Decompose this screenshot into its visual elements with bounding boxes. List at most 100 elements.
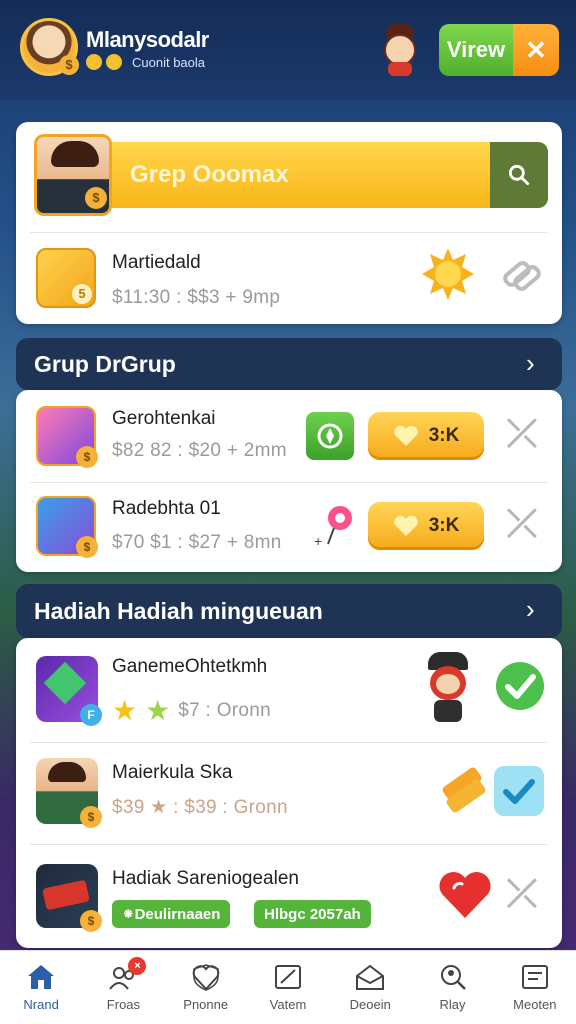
nav-label: Meoten bbox=[513, 997, 557, 1012]
action-button[interactable]: 3:K bbox=[368, 502, 484, 550]
coin-icon: $ bbox=[80, 910, 102, 932]
coin-icon: $ bbox=[76, 446, 98, 468]
row-title: Gerohtenkai bbox=[112, 408, 216, 429]
check-box-icon[interactable] bbox=[494, 766, 544, 816]
app-header: Mlanysodalr Cuonit baola Virew ✕ bbox=[0, 0, 576, 100]
svg-text:+: + bbox=[314, 533, 322, 549]
nav-label: Vatem bbox=[269, 997, 307, 1012]
item-meta: $11:30 : $$3 + 9mp bbox=[112, 287, 281, 308]
coin-icon: $ bbox=[85, 187, 107, 209]
divider bbox=[30, 482, 548, 483]
nav-item-edit[interactable]: Vatem bbox=[247, 951, 329, 1024]
inbox-icon bbox=[356, 964, 385, 990]
view-button-group: Virew ✕ bbox=[439, 24, 559, 76]
row-title: GanemeOhtetkmh bbox=[112, 656, 268, 677]
divider bbox=[30, 844, 548, 845]
rewards-section-header[interactable]: Hadiah Hadiah mingueuan › bbox=[16, 584, 562, 638]
section-title: Hadiah Hadiah mingueuan bbox=[34, 598, 323, 624]
close-icon[interactable]: ✕ bbox=[513, 24, 559, 76]
letter-badge: F bbox=[80, 704, 102, 726]
search-card: $ Grep Ooomax 5 Martiedald $11:30 : $$3 … bbox=[16, 122, 562, 324]
smiley-icon bbox=[86, 54, 102, 70]
row-title: Radebhta 01 bbox=[112, 498, 221, 519]
heart-icon[interactable] bbox=[436, 866, 494, 924]
trophy-item-icon[interactable]: 5 bbox=[36, 248, 96, 308]
search-input[interactable]: Grep Ooomax bbox=[130, 161, 289, 189]
check-icon[interactable] bbox=[494, 660, 546, 712]
search-button[interactable] bbox=[490, 142, 548, 208]
pin-icon[interactable]: ⤫ bbox=[500, 872, 544, 916]
coin-icon: $ bbox=[76, 536, 98, 558]
heart-icon bbox=[393, 515, 418, 536]
featured-avatar[interactable]: $ bbox=[34, 134, 112, 216]
game-thumbnail[interactable]: F bbox=[36, 656, 102, 726]
nav-label: Nrand bbox=[23, 997, 59, 1012]
section-title: Grup DrGrup bbox=[34, 351, 176, 377]
action-label: 3:K bbox=[428, 425, 460, 446]
rewards-list: F GanemeOhtetkmh ★ ★ $7 : Oronn $ Maierk… bbox=[16, 638, 562, 948]
nav-item-play[interactable]: Rlay bbox=[411, 951, 493, 1024]
row-meta: $70 $1 : $27 + 8mn bbox=[112, 532, 282, 553]
nav-item-heart[interactable]: Pnonne bbox=[165, 951, 247, 1024]
search-icon bbox=[508, 164, 530, 186]
nav-item-inbox[interactable]: Deoein bbox=[329, 951, 411, 1024]
mascot-icon[interactable] bbox=[380, 24, 420, 76]
heart-shield-icon bbox=[192, 964, 219, 991]
divider bbox=[30, 742, 548, 743]
search-people-icon bbox=[440, 965, 466, 990]
row-meta: $39 ★ : $39 : Gronn bbox=[112, 797, 288, 818]
pin-icon[interactable]: ⤫ bbox=[500, 502, 544, 546]
game-thumbnail[interactable]: $ bbox=[36, 406, 98, 468]
row-meta: $82 82 : $20 + 2mm bbox=[112, 440, 287, 461]
star-icon: ★ bbox=[112, 695, 138, 726]
divider bbox=[30, 232, 548, 233]
group-list: $ Gerohtenkai $82 82 : $20 + 2mm 3:K ⤫ $… bbox=[16, 390, 562, 572]
nav-label: Deoein bbox=[349, 997, 391, 1012]
sun-icon bbox=[422, 248, 474, 300]
item-title: Martiedald bbox=[112, 252, 201, 273]
nav-item-profile[interactable]: Meoten bbox=[494, 951, 576, 1024]
reward-tag[interactable]: ⁕Deulirnaaen bbox=[112, 900, 231, 928]
badge-number: 5 bbox=[72, 284, 92, 304]
nav-label: Froas bbox=[106, 997, 141, 1012]
profile-card-icon bbox=[521, 965, 548, 989]
reward-tag[interactable]: Hlbgc 2057ah bbox=[254, 900, 371, 928]
bottom-nav: Nrand × Froas Pnonne Vatem Deoein Rlay M… bbox=[0, 950, 576, 1024]
row-title: Hadiak Sareniogealen bbox=[112, 868, 299, 889]
game-thumbnail[interactable]: $ bbox=[36, 864, 102, 932]
flower-icon: + bbox=[314, 506, 352, 549]
action-label: 3:K bbox=[428, 515, 460, 536]
header-subtitle: Cuonit baola bbox=[132, 54, 205, 70]
user-avatar[interactable] bbox=[20, 18, 79, 76]
chevron-right-icon[interactable]: › bbox=[526, 594, 535, 625]
chevron-right-icon[interactable]: › bbox=[526, 348, 535, 379]
row-meta: $7 : Oronn bbox=[178, 699, 271, 721]
nav-label: Pnonne bbox=[183, 997, 229, 1012]
app-title: Mlanysodalr bbox=[86, 27, 209, 52]
coin-icon: $ bbox=[80, 806, 102, 828]
star-icon: ★ bbox=[145, 695, 171, 726]
nav-label: Rlay bbox=[439, 997, 466, 1012]
nav-item-friends[interactable]: × Froas bbox=[82, 951, 164, 1024]
mascot-icon bbox=[420, 652, 476, 724]
game-thumbnail[interactable]: $ bbox=[36, 758, 102, 828]
smiley-icon bbox=[106, 54, 122, 70]
edit-icon bbox=[274, 965, 301, 989]
view-button[interactable]: Virew bbox=[439, 24, 513, 76]
heart-icon bbox=[393, 425, 418, 446]
tag-icon bbox=[442, 767, 486, 813]
group-section-header[interactable]: Grup DrGrup › bbox=[16, 338, 562, 390]
header-subtitle-row: Cuonit baola bbox=[86, 54, 205, 70]
pin-icon[interactable]: ⤫ bbox=[500, 412, 544, 456]
nav-item-home[interactable]: Nrand bbox=[0, 951, 82, 1024]
compass-icon[interactable] bbox=[306, 412, 354, 460]
notification-badge: × bbox=[128, 957, 147, 975]
friends-icon: × bbox=[108, 957, 147, 991]
game-thumbnail[interactable]: $ bbox=[36, 496, 98, 558]
rating-row: ★ ★ $7 : Oronn bbox=[112, 694, 271, 727]
search-bar[interactable]: Grep Ooomax bbox=[112, 142, 548, 208]
home-icon bbox=[28, 965, 55, 989]
share-icon[interactable] bbox=[498, 252, 544, 298]
action-button[interactable]: 3:K bbox=[368, 412, 484, 460]
row-title: Maierkula Ska bbox=[112, 762, 233, 783]
